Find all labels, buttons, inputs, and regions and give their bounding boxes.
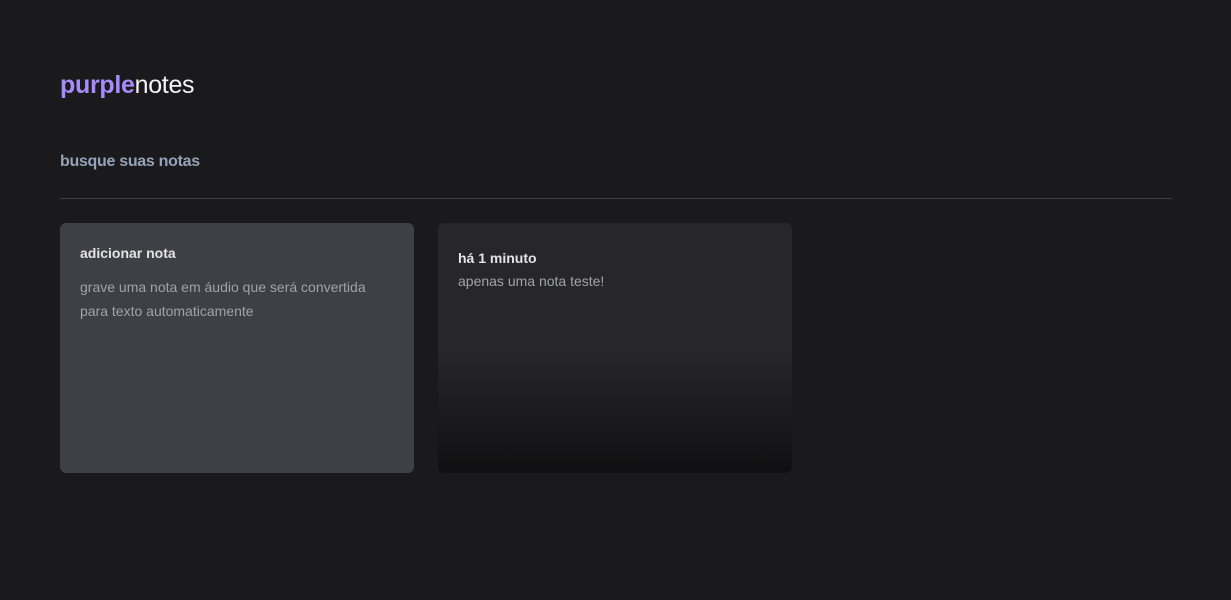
page: purplenotes adicionar nota grave uma not… <box>0 0 1231 600</box>
logo-rest-text: notes <box>134 71 195 99</box>
divider <box>60 198 1172 199</box>
note-fade-overlay <box>438 348 792 473</box>
add-note-description: grave uma nota em áudio que será convert… <box>80 279 366 319</box>
add-note-card[interactable]: adicionar nota grave uma nota em áudio q… <box>60 223 414 473</box>
logo-accent-text: purple <box>60 71 135 99</box>
add-note-title: adicionar nota <box>80 245 176 261</box>
notes-grid: adicionar nota grave uma nota em áudio q… <box>60 223 792 473</box>
note-card[interactable]: há 1 minuto apenas uma nota teste! <box>438 223 792 473</box>
note-content: apenas uma nota teste! <box>458 273 605 289</box>
search-input[interactable] <box>60 150 1172 174</box>
note-date: há 1 minuto <box>458 250 537 266</box>
logo: purplenotes <box>60 70 195 100</box>
